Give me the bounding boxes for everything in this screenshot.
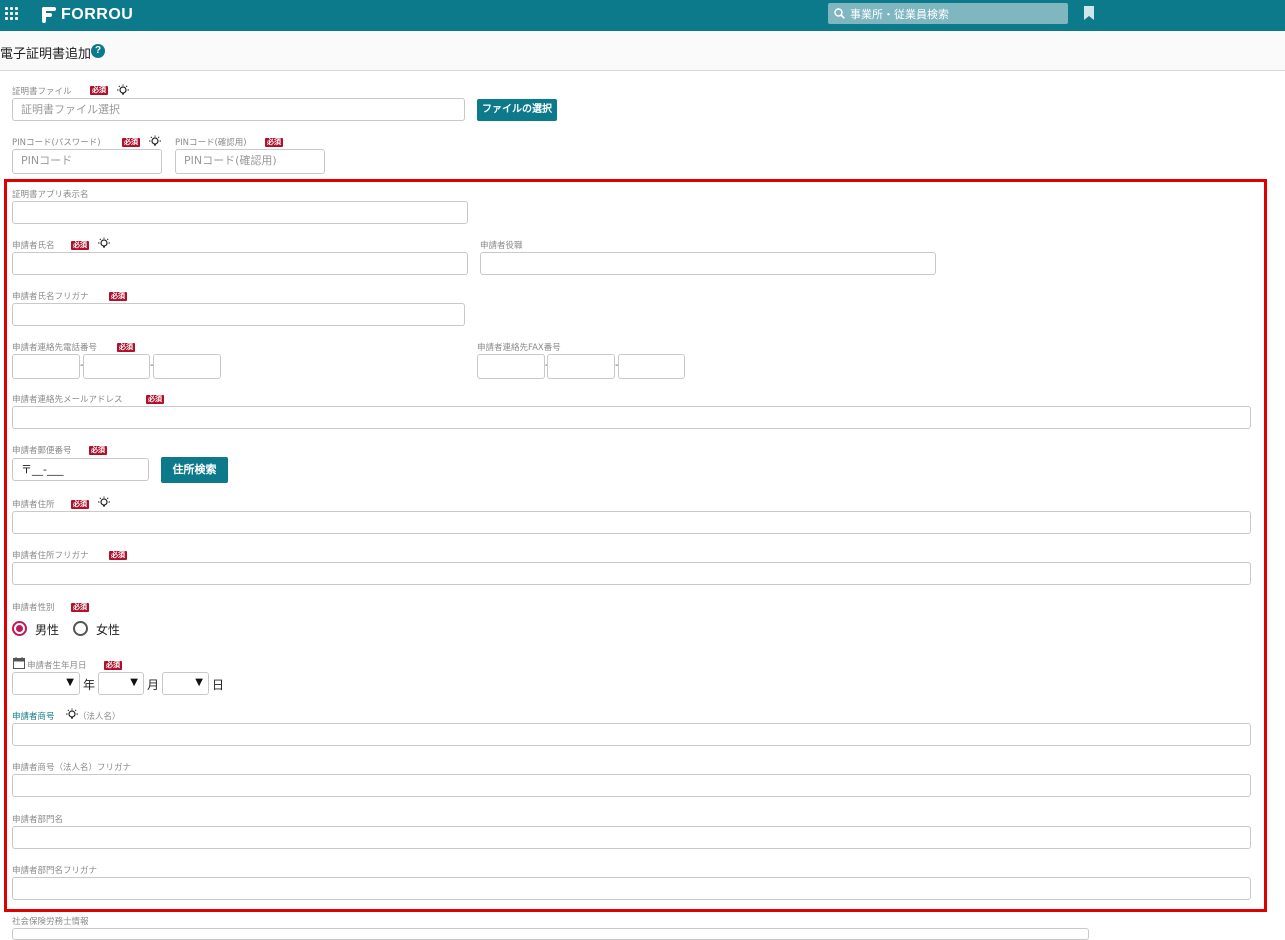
required-badge: 必須	[71, 500, 89, 509]
cert-file-field[interactable]: 証明書ファイル選択	[12, 98, 465, 121]
highlight-frame	[4, 179, 1267, 912]
applicant-email-input[interactable]	[12, 406, 1251, 429]
month-unit: 月	[147, 678, 160, 692]
pin-input[interactable]: PINコード	[12, 149, 162, 174]
required-badge: 必須	[71, 241, 89, 250]
employee-search-input[interactable]: 事業所・従業員検索	[828, 3, 1068, 24]
logo-icon	[42, 7, 56, 23]
applicant-email-label: 申請者連絡先メールアドレス	[12, 395, 123, 405]
birth-day-select[interactable]: ▼	[162, 672, 209, 695]
pin-label: PINコード(パスワード)	[12, 138, 101, 148]
birth-year-select[interactable]: ▼	[12, 672, 80, 695]
birth-month-select[interactable]: ▼	[98, 672, 144, 695]
applicant-name-input[interactable]	[12, 252, 468, 275]
required-badge: 必須	[265, 138, 283, 147]
chevron-down-icon: ▼	[130, 677, 138, 688]
page-title: 電子証明書追加	[0, 47, 92, 62]
hint-bulb-icon[interactable]	[97, 496, 111, 509]
applicant-fax-label: 申請者連絡先FAX番号	[477, 343, 561, 353]
pin-confirm-label: PINコード(確認用)	[175, 138, 247, 148]
applicant-zip-label: 申請者郵便番号	[12, 446, 72, 456]
app-logo[interactable]: FORROU	[42, 4, 133, 26]
phone-part-1-input[interactable]	[12, 354, 80, 379]
applicant-department-input[interactable]	[12, 826, 1251, 849]
gender-female-radio[interactable]	[73, 621, 88, 636]
applicant-name-label: 申請者氏名	[12, 241, 55, 251]
hint-bulb-icon[interactable]	[116, 84, 130, 97]
applicant-name-kana-input[interactable]	[12, 303, 465, 326]
applicant-phone-label: 申請者連絡先電話番号	[12, 343, 98, 353]
applicant-address-kana-label: 申請者住所フリガナ	[12, 551, 89, 561]
chevron-down-icon: ▼	[66, 677, 74, 688]
applicant-name-kana-label: 申請者氏名フリガナ	[12, 292, 89, 302]
required-badge: 必須	[71, 603, 89, 612]
required-badge: 必須	[109, 551, 127, 560]
help-icon[interactable]: ?	[91, 44, 105, 58]
gender-female-label[interactable]: 女性	[96, 621, 120, 638]
phone-part-2-input[interactable]	[83, 354, 150, 379]
applicant-company-label: 申請者商号	[12, 712, 55, 722]
bookmark-icon[interactable]	[1083, 6, 1095, 20]
brand-name: FORROU	[61, 6, 134, 23]
applicant-address-label: 申請者住所	[12, 500, 55, 510]
required-badge: 必須	[146, 395, 164, 404]
phone-part-3-input[interactable]	[153, 354, 221, 379]
address-search-button[interactable]: 住所検索	[161, 457, 228, 483]
applicant-company-kana-input[interactable]	[12, 774, 1251, 797]
top-bar: FORROU 事業所・従業員検索	[0, 0, 1285, 31]
applicant-birthdate-label: 申請者生年月日	[27, 661, 87, 671]
applicant-zip-input[interactable]: 〒__-___	[12, 458, 149, 481]
required-badge: 必須	[104, 661, 122, 670]
year-unit: 年	[83, 678, 96, 692]
app-grid-icon[interactable]	[4, 6, 20, 22]
chevron-down-icon: ▼	[195, 677, 203, 688]
required-badge: 必須	[122, 138, 140, 147]
app-display-name-label: 証明書アプリ表示名	[12, 190, 89, 200]
app-display-name-input[interactable]	[12, 201, 468, 224]
sharoushi-info-input[interactable]	[12, 928, 1089, 940]
required-badge: 必須	[89, 446, 107, 455]
day-unit: 日	[212, 678, 225, 692]
sharoushi-info-label: 社会保険労務士情報	[12, 917, 89, 927]
applicant-company-kana-label: 申請者商号（法人名）フリガナ	[12, 763, 132, 773]
applicant-title-input[interactable]	[480, 252, 936, 275]
gender-male-label[interactable]: 男性	[35, 621, 59, 638]
page-header: 電子証明書追加 ?	[0, 31, 1285, 71]
required-badge: 必須	[109, 292, 127, 301]
hint-bulb-icon[interactable]	[97, 237, 111, 250]
search-icon	[834, 8, 845, 19]
required-badge: 必須	[117, 343, 135, 352]
required-badge: 必須	[90, 86, 108, 95]
cert-file-label: 証明書ファイル	[12, 87, 72, 97]
fax-part-1-input[interactable]	[477, 354, 545, 379]
applicant-department-kana-input[interactable]	[12, 877, 1251, 900]
applicant-department-kana-label: 申請者部門名フリガナ	[12, 866, 98, 876]
applicant-department-label: 申請者部門名	[12, 815, 64, 825]
calendar-icon	[13, 657, 25, 669]
applicant-company-input[interactable]	[12, 723, 1251, 746]
applicant-company-note: （法人名）	[78, 712, 121, 722]
applicant-address-kana-input[interactable]	[12, 562, 1251, 585]
applicant-address-input[interactable]	[12, 511, 1251, 534]
pin-confirm-input[interactable]: PINコード(確認用)	[175, 149, 325, 174]
fax-part-2-input[interactable]	[547, 354, 615, 379]
hint-bulb-icon[interactable]	[65, 708, 79, 721]
fax-part-3-input[interactable]	[618, 354, 685, 379]
applicant-title-label: 申請者役職	[480, 241, 523, 251]
choose-file-button[interactable]: ファイルの選択	[477, 99, 557, 121]
gender-male-radio[interactable]	[12, 621, 27, 636]
search-label: 事業所・従業員検索	[850, 7, 949, 21]
applicant-gender-label: 申請者性別	[12, 603, 55, 613]
hint-bulb-icon[interactable]	[148, 135, 162, 148]
